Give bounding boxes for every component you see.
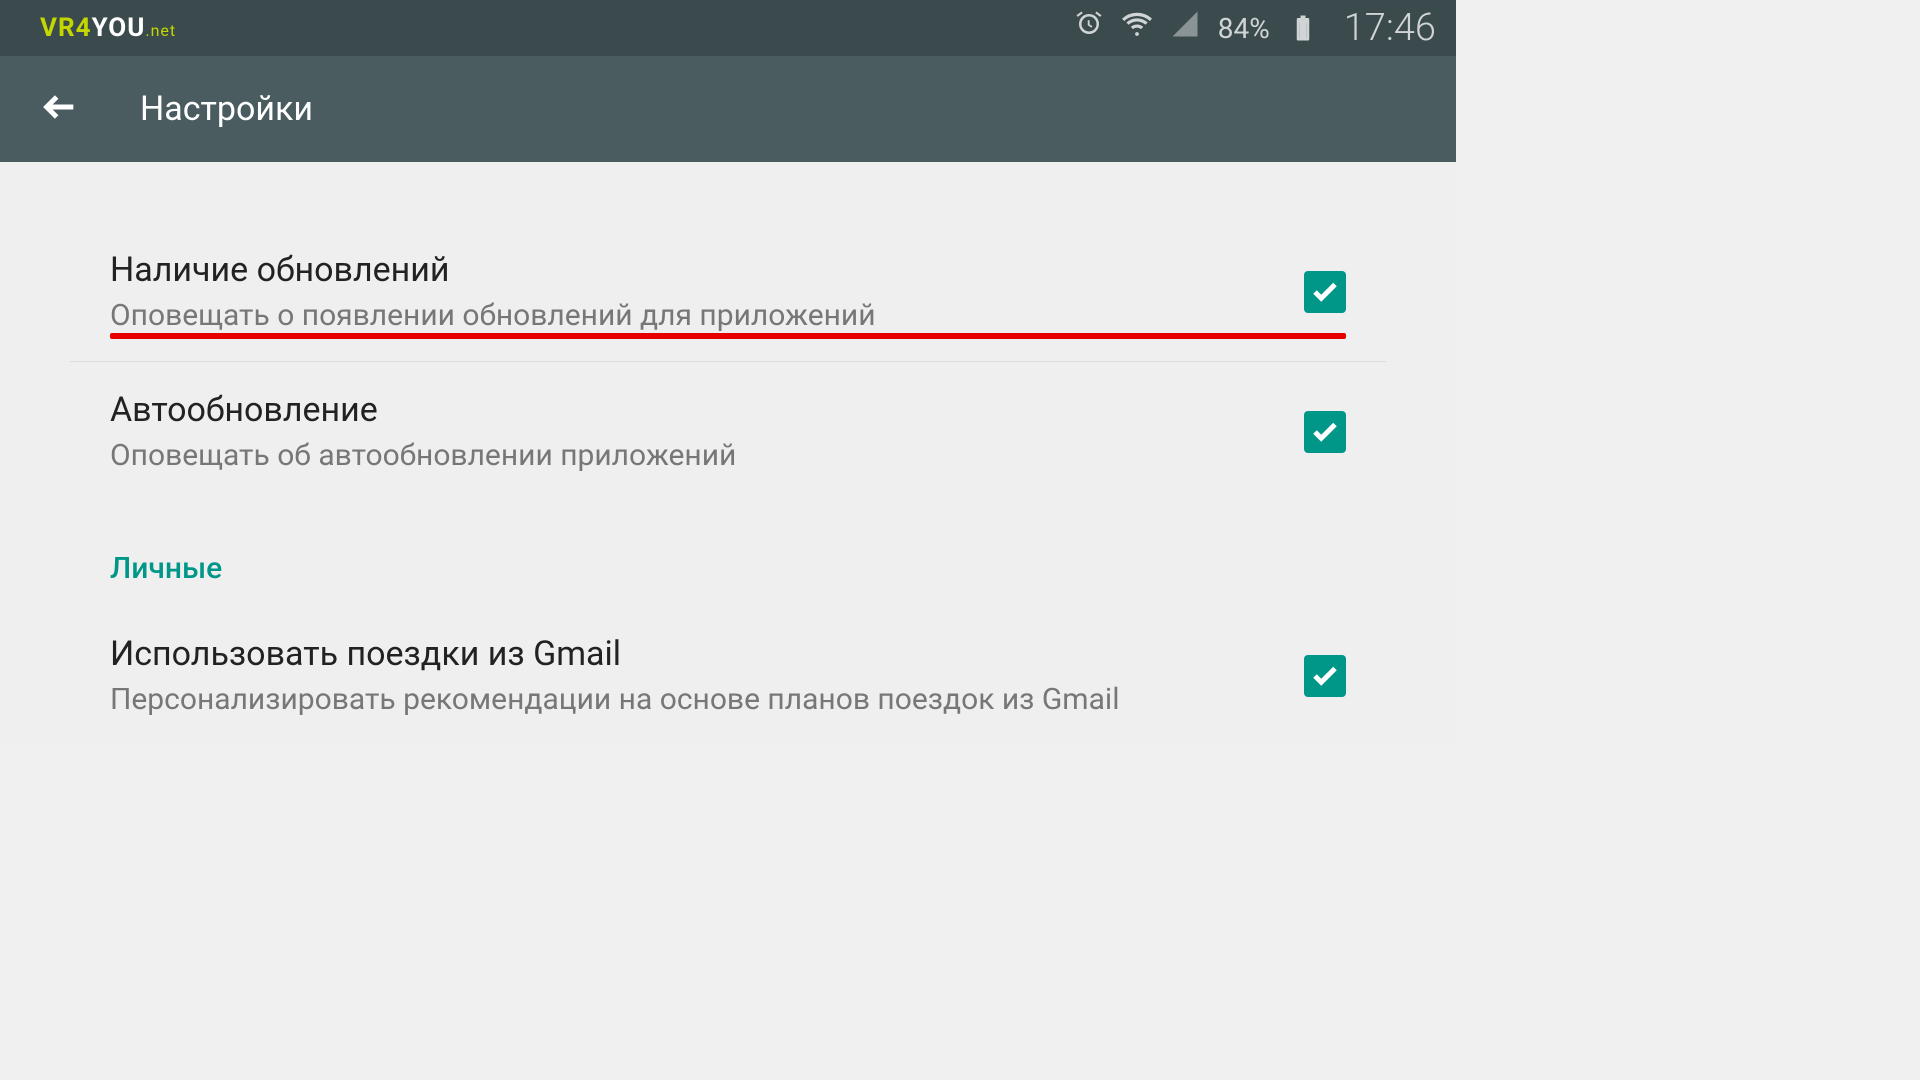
setting-title: Наличие обновлений — [110, 250, 1304, 290]
checkmark-icon — [1310, 417, 1340, 447]
setting-autoupdate[interactable]: Автообновление Оповещать об автообновлен… — [70, 362, 1386, 501]
battery-percent: 84% — [1218, 12, 1270, 45]
section-header-personal: Личные — [70, 501, 1386, 606]
setting-subtitle: Оповещать об автообновлении приложений — [110, 438, 1304, 473]
wifi-icon — [1122, 9, 1152, 47]
settings-content: Наличие обновлений Оповещать о появлении… — [0, 162, 1456, 745]
back-button[interactable] — [40, 87, 80, 131]
signal-icon — [1170, 9, 1200, 47]
logo-net: .net — [145, 21, 176, 40]
setting-text: Использовать поездки из Gmail Персонализ… — [110, 634, 1304, 717]
page-title: Настройки — [140, 89, 313, 129]
logo: VR4YOU.net — [40, 13, 176, 43]
app-bar: Настройки — [0, 56, 1456, 162]
setting-text: Наличие обновлений Оповещать о появлении… — [110, 250, 1304, 333]
logo-you: YOU — [92, 13, 146, 43]
clock: 17:46 — [1344, 6, 1436, 50]
setting-title: Использовать поездки из Gmail — [110, 634, 1304, 674]
highlight-underline — [110, 333, 1346, 339]
status-icons: 84% 17:46 — [1074, 6, 1436, 50]
checkbox-gmail[interactable] — [1304, 655, 1346, 697]
setting-gmail-trips[interactable]: Использовать поездки из Gmail Персонализ… — [70, 606, 1386, 745]
checkbox-autoupdate[interactable] — [1304, 411, 1346, 453]
setting-subtitle: Персонализировать рекомендации на основе… — [110, 682, 1304, 717]
checkbox-updates[interactable] — [1304, 271, 1346, 313]
arrow-left-icon — [40, 87, 80, 127]
setting-title: Автообновление — [110, 390, 1304, 430]
setting-updates-available[interactable]: Наличие обновлений Оповещать о появлении… — [70, 222, 1386, 362]
alarm-icon — [1074, 9, 1104, 47]
logo-vr4: VR4 — [40, 13, 92, 43]
status-bar: VR4YOU.net 84% 17:46 — [0, 0, 1456, 56]
checkmark-icon — [1310, 277, 1340, 307]
setting-subtitle: Оповещать о появлении обновлений для при… — [110, 298, 1304, 333]
battery-icon — [1288, 13, 1318, 43]
setting-text: Автообновление Оповещать об автообновлен… — [110, 390, 1304, 473]
checkmark-icon — [1310, 661, 1340, 691]
